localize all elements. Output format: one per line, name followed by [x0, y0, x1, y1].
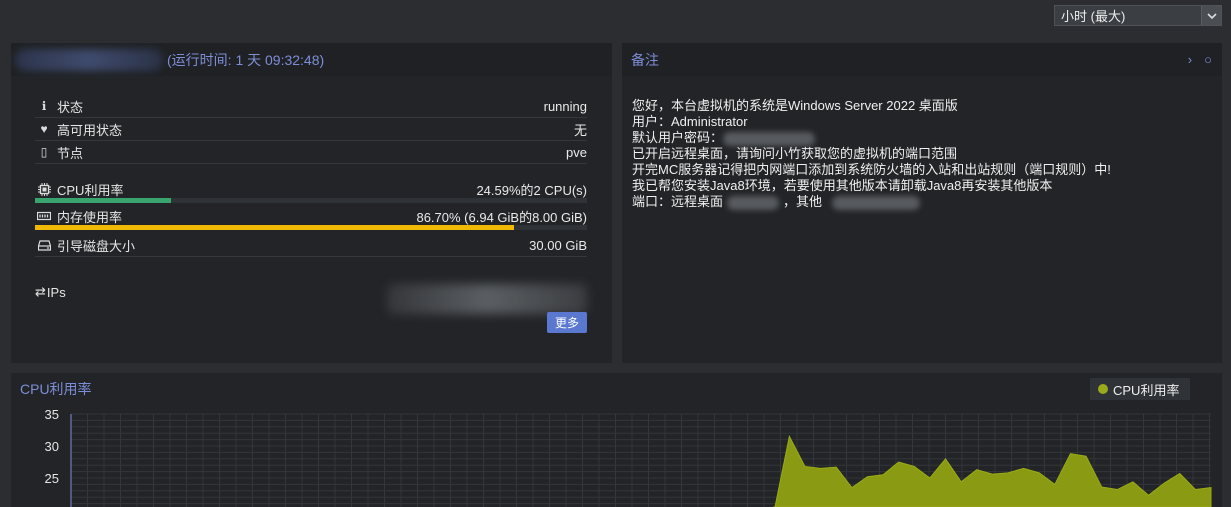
info-icon: ℹ: [41, 99, 47, 113]
ha-label: 高可用状态: [57, 122, 123, 138]
status-row-ha: ♥ 高可用状态 无: [35, 118, 587, 141]
disk-row: 引导磁盘大小 30.00 GiB: [35, 234, 587, 257]
collapse-icon[interactable]: ›: [1188, 52, 1192, 67]
node-label: 节点: [57, 145, 84, 161]
chevron-down-icon[interactable]: [1201, 6, 1221, 25]
ip-addresses-redacted: [387, 284, 587, 314]
memory-progress-bar: [35, 225, 587, 230]
vm-name-redacted: [15, 48, 163, 71]
timeframe-value: 小时 (最大): [1061, 9, 1126, 24]
note-line: 开完MC服务器记得把内网端口添加到系统防火墙的入站和出站规则（端口规则）中!: [632, 162, 1111, 177]
cpu-usage-row: CPU利用率 24.59%的2 CPU(s): [35, 180, 587, 198]
ips-row: ⇄ IPs: [35, 281, 587, 314]
cpu-value: 24.59%的2 CPU(s): [476, 182, 587, 198]
gear-icon[interactable]: ○: [1204, 52, 1212, 67]
cpu-label: CPU利用率: [57, 182, 124, 198]
status-value: running: [543, 98, 587, 114]
note-line: 端口：远程桌面 ，其他: [632, 194, 1212, 210]
node-value: pve: [566, 144, 587, 160]
memory-value: 86.70% (6.94 GiB的8.00 GiB): [416, 209, 587, 225]
cpu-chart-panel: 35 30 25 CPU利用率 CPU利用率: [11, 373, 1222, 507]
legend-label: CPU利用率: [1113, 382, 1180, 398]
status-panel-header: (运行时间: 1 天 09:32:48): [11, 43, 612, 76]
y-tick-label: 25: [45, 471, 59, 486]
memory-progress-fill: [35, 225, 514, 230]
notes-title: 备注: [631, 51, 659, 68]
legend-swatch: [1098, 384, 1108, 394]
notes-panel-header: 备注 › ○: [622, 43, 1222, 76]
other-port-redacted: [832, 195, 921, 210]
top-toolbar: 小时 (最大): [0, 0, 1231, 36]
chart-legend[interactable]: CPU利用率: [1090, 378, 1190, 400]
status-row-node: ▯ 节点 pve: [35, 141, 587, 164]
note-line: 我已帮您安装Java8环境，若要使用其他版本请卸载Java8再安装其他版本: [632, 178, 1053, 193]
note-line: 用户：Administrator: [632, 114, 748, 129]
hdd-icon: [35, 239, 53, 251]
rdp-port-redacted: [727, 195, 780, 210]
cpu-progress-fill: [35, 198, 171, 203]
ha-value: 无: [573, 122, 587, 138]
note-line: 已开启远程桌面，请询问小竹获取您的虚拟机的端口范围: [632, 146, 958, 161]
cpu-icon: [35, 182, 53, 196]
uptime-text: (运行时间: 1 天 09:32:48): [167, 51, 325, 68]
status-rows: ℹ 状态 running ♥ 高可用状态 无 ▯ 节点 pve CPU利用率 24.5…: [35, 95, 587, 314]
notes-panel: 备注 › ○ 您好，本台虚拟机的系统是Windows Server 2022 桌…: [622, 43, 1222, 363]
disk-label: 引导磁盘大小: [57, 238, 136, 254]
disk-value: 30.00 GiB: [529, 237, 587, 253]
ips-label: IPs: [46, 284, 66, 300]
note-line: 您好，本台虚拟机的系统是Windows Server 2022 桌面版: [632, 98, 958, 113]
status-row-state: ℹ 状态 running: [35, 95, 587, 118]
notes-content: 您好，本台虚拟机的系统是Windows Server 2022 桌面版 用户：A…: [632, 98, 1212, 210]
y-tick-label: 30: [45, 439, 59, 454]
more-ips-button[interactable]: 更多: [547, 312, 587, 333]
chart-title: CPU利用率: [20, 381, 92, 397]
memory-icon: [35, 211, 53, 221]
y-tick-label: 35: [45, 407, 59, 422]
note-line: 默认用户密码：: [632, 130, 1212, 146]
password-redacted: [723, 131, 816, 146]
status-label: 状态: [57, 99, 84, 115]
status-panel: (运行时间: 1 天 09:32:48) ℹ 状态 running ♥ 高可用状态 …: [11, 43, 612, 363]
timeframe-select[interactable]: 小时 (最大): [1054, 5, 1222, 26]
heartbeat-icon: ♥: [40, 122, 48, 136]
exchange-icon: ⇄: [35, 284, 46, 299]
cpu-progress-bar: [35, 198, 587, 203]
server-icon: ▯: [40, 145, 48, 159]
cpu-chart: 35 30 25: [45, 407, 1212, 507]
memory-label: 内存使用率: [57, 209, 123, 225]
memory-usage-row: 内存使用率 86.70% (6.94 GiB的8.00 GiB): [35, 207, 587, 225]
